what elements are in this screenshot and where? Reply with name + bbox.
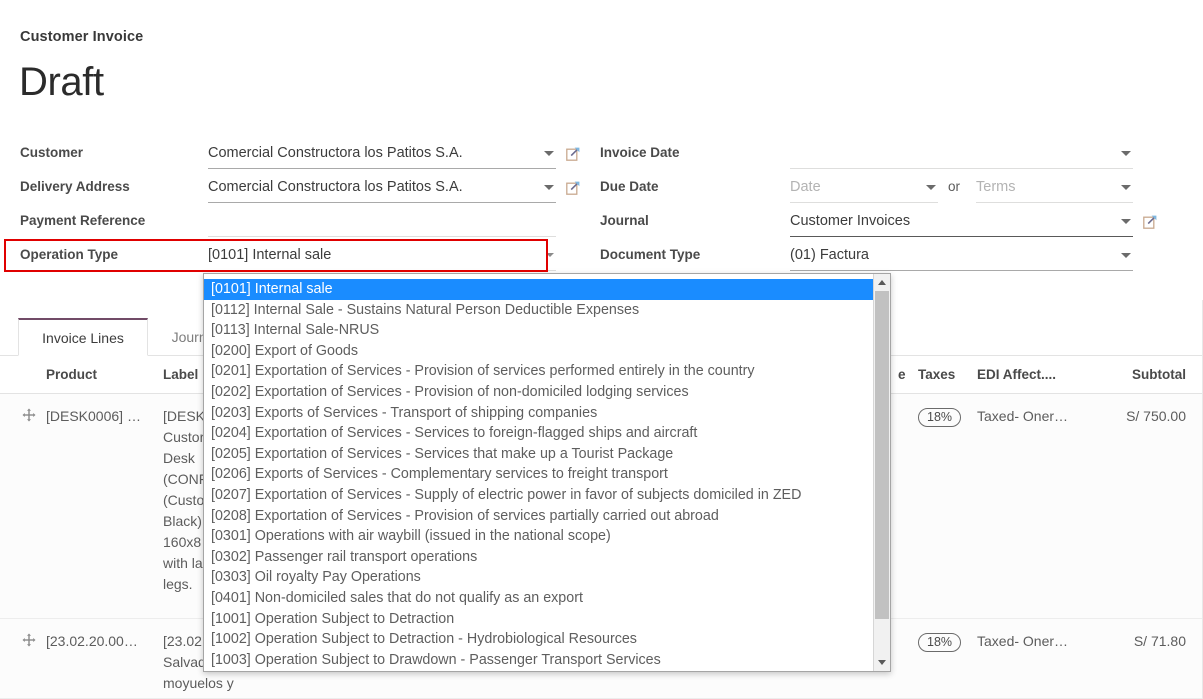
field-input-terms[interactable]: Terms xyxy=(976,172,1133,203)
dropdown-option[interactable]: [0203] Exports of Services - Transport o… xyxy=(204,403,874,424)
column-header-label[interactable]: Label xyxy=(163,367,198,382)
field-input[interactable]: Date xyxy=(790,172,938,203)
form-column-right: Invoice Date Due Date Date or Terms Journal Cu… xyxy=(600,138,1185,274)
chevron-down-icon[interactable] xyxy=(1121,219,1131,224)
column-header-edi[interactable]: EDI Affect.... xyxy=(977,367,1056,382)
tab-invoice-lines[interactable]: Invoice Lines xyxy=(18,318,148,356)
field-label: Operation Type xyxy=(20,247,118,262)
operation-type-dropdown[interactable]: [0101] Internal sale[0112] Internal Sale… xyxy=(203,273,891,672)
field-input[interactable]: Comercial Constructora los Patitos S.A. xyxy=(208,172,556,203)
form-row-invoice-date: Invoice Date xyxy=(600,138,1185,172)
scroll-down-arrow-icon[interactable] xyxy=(874,654,890,671)
column-header-subtotal[interactable]: Subtotal xyxy=(1132,367,1186,382)
field-label: Customer xyxy=(20,145,83,160)
field-input[interactable]: (01) Factura xyxy=(790,240,1133,271)
drag-handle-icon[interactable] xyxy=(22,408,36,422)
field-input[interactable]: [0101] Internal sale xyxy=(208,240,556,271)
breadcrumb[interactable]: Customer Invoice xyxy=(20,29,143,45)
field-label: Due Date xyxy=(600,179,659,194)
dropdown-scrollbar[interactable] xyxy=(873,274,890,671)
drag-handle-icon[interactable] xyxy=(22,633,36,647)
dropdown-option[interactable]: [0204] Exportation of Services - Service… xyxy=(204,423,874,444)
field-value: (01) Factura xyxy=(790,247,1115,263)
column-header-e[interactable]: e xyxy=(898,367,906,382)
chevron-down-icon[interactable] xyxy=(1121,151,1131,156)
chevron-down-icon[interactable] xyxy=(1121,185,1131,190)
field-value: Comercial Constructora los Patitos S.A. xyxy=(208,179,538,195)
dropdown-option[interactable]: [0208] Exportation of Services - Provisi… xyxy=(204,506,874,527)
cell-taxes[interactable]: 18% xyxy=(918,631,961,652)
field-input[interactable] xyxy=(208,206,556,237)
external-link-icon[interactable] xyxy=(566,180,581,195)
form-row-operation-type: Operation Type [0101] Internal sale xyxy=(20,240,580,274)
field-value: Comercial Constructora los Patitos S.A. xyxy=(208,145,538,161)
field-input[interactable] xyxy=(790,138,1133,169)
dropdown-option-list: [0101] Internal sale[0112] Internal Sale… xyxy=(204,279,874,670)
field-value: [0101] Internal sale xyxy=(208,247,540,263)
field-value-terms: Terms xyxy=(976,179,1115,195)
column-header-product[interactable]: Product xyxy=(46,367,97,382)
dropdown-option[interactable]: [0113] Internal Sale-NRUS xyxy=(204,320,874,341)
dropdown-option[interactable]: [0301] Operations with air waybill (issu… xyxy=(204,526,874,547)
dropdown-option[interactable]: [0206] Exports of Services - Complementa… xyxy=(204,464,874,485)
tab-label: Invoice Lines xyxy=(42,330,124,346)
dropdown-option[interactable]: [0401] Non-domiciled sales that do not q… xyxy=(204,588,874,609)
field-input[interactable]: Customer Invoices xyxy=(790,206,1133,237)
column-header-taxes[interactable]: Taxes xyxy=(918,367,955,382)
dropdown-option[interactable]: [0202] Exportation of Services - Provisi… xyxy=(204,382,874,403)
cell-taxes[interactable]: 18% xyxy=(918,406,961,427)
chevron-down-icon[interactable] xyxy=(926,185,936,190)
field-value: Date xyxy=(790,179,920,195)
invoice-form-page: Customer Invoice Draft Customer Comercial… xyxy=(0,0,1203,699)
dropdown-option[interactable]: [0302] Passenger rail transport operatio… xyxy=(204,547,874,568)
external-link-icon[interactable] xyxy=(1143,214,1158,229)
dropdown-option[interactable]: [0205] Exportation of Services - Service… xyxy=(204,444,874,465)
dropdown-option[interactable]: [1003] Operation Subject to Drawdown - P… xyxy=(204,650,874,671)
dropdown-option[interactable]: [1002] Operation Subject to Detraction -… xyxy=(204,629,874,650)
form-row-journal: Journal Customer Invoices xyxy=(600,206,1185,240)
dropdown-option[interactable]: [1001] Operation Subject to Detraction xyxy=(204,609,874,630)
dropdown-option[interactable]: [0303] Oil royalty Pay Operations xyxy=(204,567,874,588)
chevron-down-icon[interactable] xyxy=(546,253,554,257)
field-value: Customer Invoices xyxy=(790,213,1115,229)
cell-edi-affectation[interactable]: Taxed- Oner… xyxy=(977,406,1068,427)
dropdown-option[interactable]: [0200] Export of Goods xyxy=(204,341,874,362)
cell-edi-affectation[interactable]: Taxed- Oner… xyxy=(977,631,1068,652)
tax-badge: 18% xyxy=(918,633,961,652)
cell-subtotal: S/ 750.00 xyxy=(1126,406,1186,427)
cell-product[interactable]: [DESK0006] … xyxy=(46,406,141,427)
form-row-delivery-address: Delivery Address Comercial Constructora l… xyxy=(20,172,580,206)
field-input[interactable]: Comercial Constructora los Patitos S.A. xyxy=(208,138,556,169)
cell-product[interactable]: [23.02.20.00… xyxy=(46,631,138,652)
field-label: Document Type xyxy=(600,247,700,262)
tax-badge: 18% xyxy=(918,408,961,427)
dropdown-option[interactable]: [0112] Internal Sale - Sustains Natural … xyxy=(204,300,874,321)
form-row-payment-reference: Payment Reference xyxy=(20,206,580,240)
field-label: Delivery Address xyxy=(20,179,130,194)
chevron-down-icon[interactable] xyxy=(1121,253,1131,258)
chevron-down-icon[interactable] xyxy=(544,151,554,156)
field-label: Invoice Date xyxy=(600,145,680,160)
external-link-icon[interactable] xyxy=(566,146,581,161)
scroll-up-arrow-icon[interactable] xyxy=(874,274,890,291)
field-label: Payment Reference xyxy=(20,213,145,228)
chevron-down-icon[interactable] xyxy=(544,185,554,190)
cell-subtotal: S/ 71.80 xyxy=(1134,631,1186,652)
page-title: Draft xyxy=(19,62,104,102)
form-row-due-date: Due Date Date or Terms xyxy=(600,172,1185,206)
form-column-left: Customer Comercial Constructora los Patit… xyxy=(20,138,580,274)
dropdown-option[interactable]: [0101] Internal sale xyxy=(204,279,874,300)
field-label: Journal xyxy=(600,213,649,228)
cell-label-line: moyuelos y xyxy=(163,673,209,694)
or-separator-label: or xyxy=(948,179,960,194)
form-row-customer: Customer Comercial Constructora los Patit… xyxy=(20,138,580,172)
dropdown-option[interactable]: [0201] Exportation of Services - Provisi… xyxy=(204,361,874,382)
form-row-document-type: Document Type (01) Factura xyxy=(600,240,1185,274)
scrollbar-thumb[interactable] xyxy=(875,291,889,619)
dropdown-option[interactable]: [0207] Exportation of Services - Supply … xyxy=(204,485,874,506)
